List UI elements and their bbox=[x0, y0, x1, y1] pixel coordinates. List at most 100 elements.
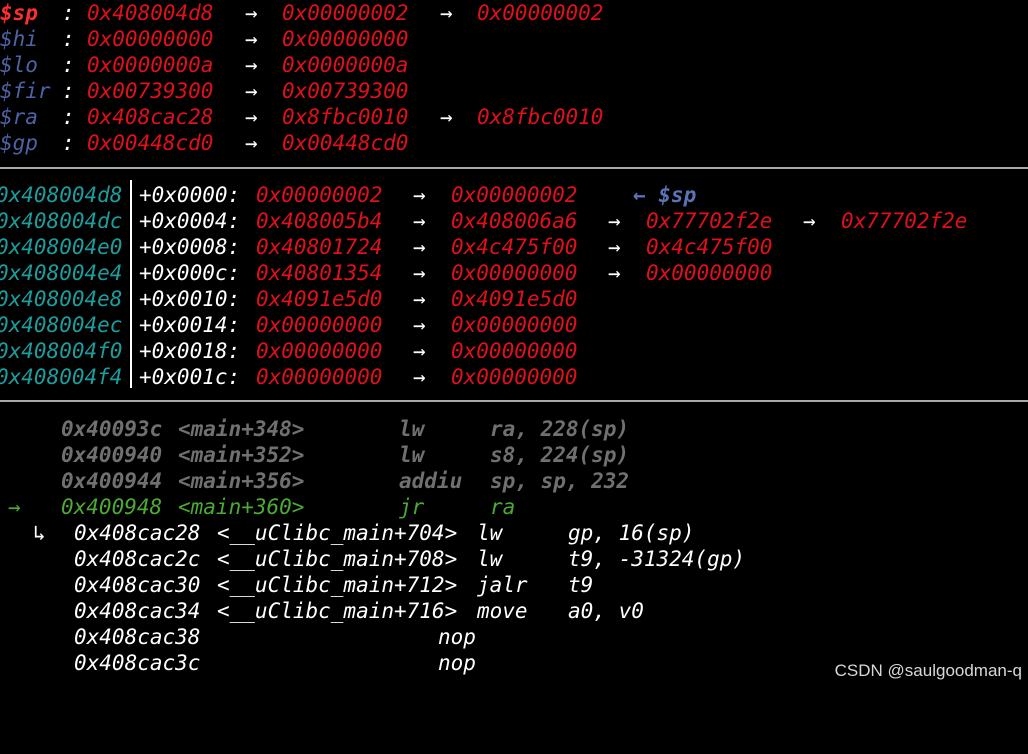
register-name: $lo bbox=[0, 53, 38, 77]
deref-arrow: → bbox=[440, 1, 453, 25]
stack-row: 0x408004f0 +0x0018: 0x00000000 → 0x00000… bbox=[0, 338, 577, 364]
stack-address: 0x408004f4 bbox=[0, 365, 123, 389]
stack-deref-value: 0x4091e5d0 bbox=[451, 287, 578, 311]
stack-deref-value: 0x4c475f00 bbox=[451, 235, 578, 259]
stack-value: 0x00000000 bbox=[256, 365, 383, 389]
register-colon: : bbox=[62, 1, 75, 25]
code-line-branch: 0x408cac3c nop bbox=[0, 650, 476, 676]
register-deref-value: 0x8fbc0010 bbox=[477, 105, 604, 129]
code-address: 0x400944 bbox=[61, 469, 163, 493]
code-line-past: 0x400940 <main+352> lw s8, 224(sp) bbox=[0, 442, 629, 468]
current-instruction-arrow-icon: → bbox=[8, 495, 21, 519]
stack-deref-value: 0x77702f2e bbox=[646, 209, 773, 233]
stack-deref-value: 0x00000000 bbox=[646, 261, 773, 285]
code-opcode: lw bbox=[477, 521, 503, 545]
deref-arrow: → bbox=[413, 313, 426, 337]
code-line-past: 0x400944 <main+356> addiu sp, sp, 232 bbox=[0, 468, 629, 494]
register-row-ra: $ra : 0x408cac28 → 0x8fbc0010 → 0x8fbc00… bbox=[0, 104, 603, 130]
deref-arrow: → bbox=[608, 209, 621, 233]
code-opcode: addiu bbox=[399, 469, 463, 493]
code-address: 0x40093c bbox=[61, 417, 163, 441]
register-deref-value: 0x00000000 bbox=[282, 27, 409, 51]
stack-address: 0x408004f0 bbox=[0, 339, 123, 363]
section-divider bbox=[0, 400, 1028, 402]
stack-address: 0x408004e8 bbox=[0, 287, 123, 311]
code-opcode: move bbox=[477, 599, 528, 623]
code-line-branch: ↳ 0x408cac28 <__uClibc_main+704> lw gp, … bbox=[0, 520, 694, 546]
stack-offset: +0x0010: bbox=[139, 287, 241, 311]
register-row-fir: $fir : 0x00739300 → 0x00739300 bbox=[0, 78, 408, 104]
code-address: 0x400948 bbox=[61, 495, 163, 519]
code-opcode: lw bbox=[399, 417, 425, 441]
stack-deref-value: 0x00000000 bbox=[451, 339, 578, 363]
code-address: 0x408cac34 bbox=[74, 599, 201, 623]
stack-deref-value: 0x00000000 bbox=[451, 365, 578, 389]
register-colon: : bbox=[62, 131, 75, 155]
stack-offset: +0x0004: bbox=[139, 209, 241, 233]
stack-column-divider bbox=[130, 180, 132, 388]
stack-row: 0x408004d8 +0x0000: 0x00000002 → 0x00000… bbox=[0, 182, 696, 208]
csdn-watermark: CSDN @saulgoodman-q bbox=[834, 661, 1022, 680]
register-value: 0x00000000 bbox=[87, 27, 214, 51]
code-symbol: <main+348> bbox=[178, 417, 305, 441]
register-value: 0x408cac28 bbox=[87, 105, 214, 129]
code-address: 0x400940 bbox=[61, 443, 163, 467]
stack-value: 0x40801354 bbox=[256, 261, 383, 285]
code-operands: ra bbox=[490, 495, 516, 519]
register-colon: : bbox=[62, 105, 75, 129]
stack-value: 0x408005b4 bbox=[256, 209, 383, 233]
register-deref-value: 0x00000002 bbox=[477, 1, 604, 25]
stack-row: 0x408004e0 +0x0008: 0x40801724 → 0x4c475… bbox=[0, 234, 772, 260]
code-opcode: lw bbox=[477, 547, 503, 571]
deref-arrow: → bbox=[413, 287, 426, 311]
register-deref-value: 0x0000000a bbox=[282, 53, 409, 77]
stack-deref-value: 0x00000002 bbox=[451, 183, 578, 207]
code-operands: a0, v0 bbox=[568, 599, 644, 623]
deref-arrow: → bbox=[245, 1, 258, 25]
stack-address: 0x408004e4 bbox=[0, 261, 123, 285]
register-colon: : bbox=[62, 79, 75, 103]
code-opcode: jalr bbox=[477, 573, 528, 597]
code-symbol: <main+356> bbox=[178, 469, 305, 493]
register-value: 0x00448cd0 bbox=[87, 131, 214, 155]
deref-arrow: → bbox=[245, 27, 258, 51]
stack-deref-value: 0x00000000 bbox=[451, 313, 578, 337]
deref-arrow: → bbox=[608, 261, 621, 285]
register-value: 0x408004d8 bbox=[87, 1, 214, 25]
code-operands: gp, 16(sp) bbox=[568, 521, 695, 545]
code-address: 0x408cac28 bbox=[74, 521, 201, 545]
code-symbol: <__uClibc_main+712> bbox=[217, 573, 458, 597]
code-address: 0x408cac3c bbox=[74, 651, 201, 675]
stack-offset: +0x0018: bbox=[139, 339, 241, 363]
register-colon: : bbox=[62, 53, 75, 77]
stack-offset: +0x0000: bbox=[139, 183, 241, 207]
branch-target-icon: ↳ bbox=[33, 521, 46, 545]
code-operands: s8, 224(sp) bbox=[490, 443, 630, 467]
deref-arrow: → bbox=[245, 53, 258, 77]
deref-arrow: → bbox=[413, 365, 426, 389]
register-deref-value: 0x8fbc0010 bbox=[282, 105, 409, 129]
stack-deref-value: 0x77702f2e bbox=[841, 209, 968, 233]
stack-row: 0x408004f4 +0x001c: 0x00000000 → 0x00000… bbox=[0, 364, 577, 390]
stack-value: 0x00000002 bbox=[256, 183, 383, 207]
deref-arrow: → bbox=[413, 183, 426, 207]
deref-arrow: → bbox=[413, 339, 426, 363]
register-name: $fir bbox=[0, 79, 51, 103]
stack-offset: +0x0008: bbox=[139, 235, 241, 259]
code-operands: ra, 228(sp) bbox=[490, 417, 630, 441]
stack-value: 0x4091e5d0 bbox=[256, 287, 383, 311]
deref-arrow: → bbox=[440, 105, 453, 129]
code-opcode: jr bbox=[399, 495, 425, 519]
register-deref-value: 0x00000002 bbox=[282, 1, 409, 25]
register-name: $ra bbox=[0, 105, 38, 129]
code-opcode: nop bbox=[438, 625, 476, 649]
code-symbol: <__uClibc_main+704> bbox=[217, 521, 458, 545]
register-row-lo: $lo : 0x0000000a → 0x0000000a bbox=[0, 52, 408, 78]
stack-offset: +0x0014: bbox=[139, 313, 241, 337]
deref-arrow: → bbox=[803, 209, 816, 233]
code-line-branch: 0x408cac2c <__uClibc_main+708> lw t9, -3… bbox=[0, 546, 745, 572]
register-colon: : bbox=[62, 27, 75, 51]
stack-value: 0x40801724 bbox=[256, 235, 383, 259]
code-symbol: <__uClibc_main+708> bbox=[217, 547, 458, 571]
code-line-branch: 0x408cac38 nop bbox=[0, 624, 476, 650]
